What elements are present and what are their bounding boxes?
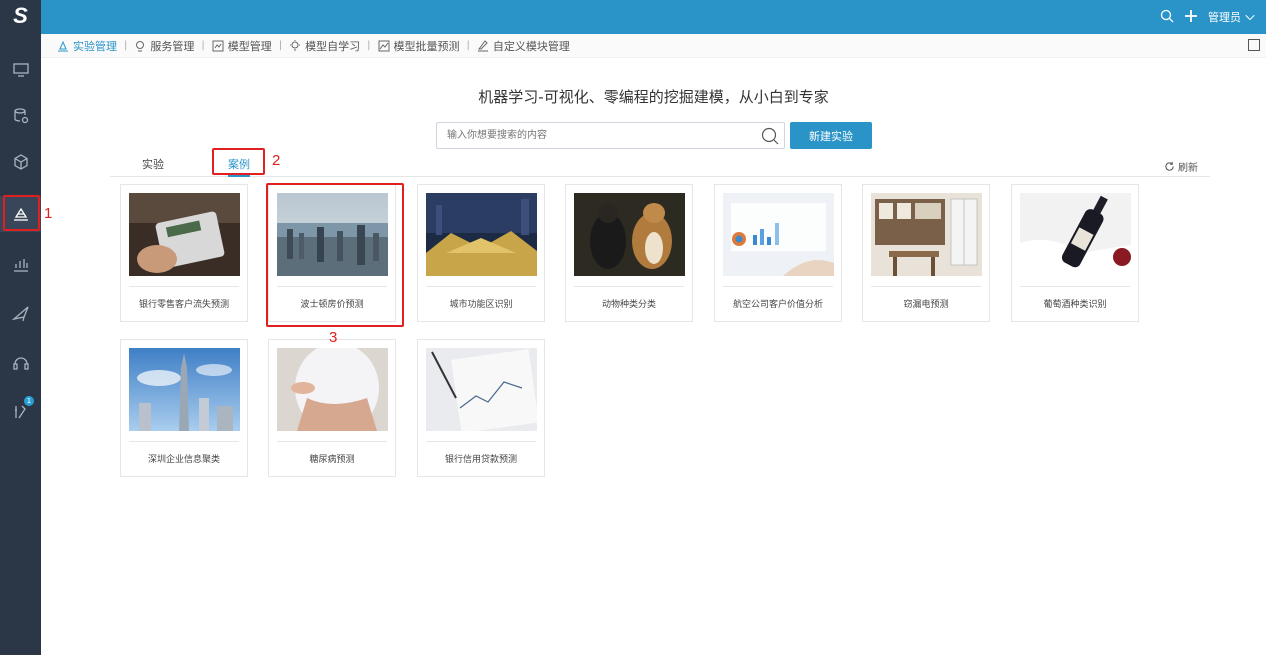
- annotation-box-2: [212, 148, 265, 175]
- card-title: 银行信用贷款预测: [444, 455, 517, 465]
- new-experiment-button[interactable]: 新建实验: [790, 122, 872, 149]
- nav-batch-prediction[interactable]: 模型批量预测: [378, 38, 460, 54]
- search-input[interactable]: [437, 123, 737, 148]
- bar-chart-icon[interactable]: [0, 246, 41, 282]
- refresh-button[interactable]: 刷新: [1164, 159, 1198, 174]
- chevron-down-icon: [1245, 14, 1255, 21]
- case-card[interactable]: 窃漏电预测: [862, 184, 990, 322]
- batch-chart-icon: [378, 40, 389, 51]
- user-name: 管理员: [1208, 11, 1241, 24]
- card-image: [277, 348, 388, 431]
- model-icon: [212, 40, 224, 51]
- case-card[interactable]: 航空公司客户价值分析: [714, 184, 842, 322]
- plus-icon[interactable]: [1184, 9, 1198, 26]
- cube-icon[interactable]: [0, 144, 41, 180]
- nav-custom-module[interactable]: 自定义模块管理: [477, 38, 570, 54]
- fullscreen-toggle[interactable]: [1248, 39, 1260, 51]
- monitor-icon[interactable]: [0, 52, 41, 88]
- annotation-box-1: [3, 195, 40, 231]
- headset-icon[interactable]: [0, 344, 41, 380]
- card-title: 糖尿病预测: [309, 455, 355, 465]
- custom-module-icon: [477, 39, 488, 51]
- card-title: 深圳企业信息聚类: [147, 455, 220, 465]
- annotation-number-1: 1: [44, 205, 53, 222]
- card-title: 航空公司客户价值分析: [732, 300, 823, 310]
- database-icon[interactable]: [0, 98, 41, 134]
- case-card[interactable]: 动物种类分类: [565, 184, 693, 322]
- case-card[interactable]: 银行零售客户流失预测: [120, 184, 248, 322]
- top-bar: 管理员: [41, 0, 1266, 34]
- card-image: [129, 348, 240, 431]
- refresh-icon: [1165, 161, 1174, 171]
- card-image: [1020, 193, 1131, 276]
- nav-experiment-management[interactable]: 实验管理: [57, 38, 117, 54]
- user-menu[interactable]: 管理员: [1208, 9, 1256, 25]
- send-icon[interactable]: [0, 296, 41, 332]
- case-card[interactable]: 城市功能区识别: [417, 184, 545, 322]
- sidebar: S 1: [0, 0, 41, 655]
- module-nav: 实验管理 | 服务管理 | 模型管理 | 模型自学习 | 模型批量预测 | 自定…: [41, 34, 1266, 58]
- card-title: 葡萄酒种类识别: [1043, 300, 1107, 310]
- bulb-icon: [290, 39, 301, 50]
- card-image: [871, 193, 982, 276]
- annotation-number-2: 2: [272, 152, 281, 169]
- annotation-box-3: [266, 183, 404, 327]
- search-box[interactable]: [436, 122, 785, 149]
- card-title: 动物种类分类: [601, 300, 656, 310]
- notification-badge: 1: [24, 396, 34, 406]
- tools-icon[interactable]: 1: [0, 394, 41, 430]
- case-card[interactable]: 葡萄酒种类识别: [1011, 184, 1139, 322]
- card-image: [723, 193, 834, 276]
- card-image: [426, 348, 537, 431]
- app-logo: S: [13, 3, 28, 28]
- card-image: [426, 193, 537, 276]
- case-card[interactable]: 银行信用贷款预测: [417, 339, 545, 477]
- nav-model-management[interactable]: 模型管理: [212, 38, 272, 54]
- search-icon: [761, 127, 779, 145]
- tab-experiments[interactable]: 实验: [142, 155, 164, 177]
- service-icon: [136, 40, 145, 51]
- nav-model-self-learning[interactable]: 模型自学习: [289, 38, 360, 54]
- card-image: [129, 193, 240, 276]
- flask-icon: [58, 40, 68, 51]
- annotation-number-3: 3: [329, 329, 338, 346]
- case-card[interactable]: 糖尿病预测: [268, 339, 396, 477]
- case-card[interactable]: 深圳企业信息聚类: [120, 339, 248, 477]
- card-title: 银行零售客户流失预测: [138, 300, 229, 310]
- card-title: 城市功能区识别: [449, 300, 513, 310]
- nav-service-management[interactable]: 服务管理: [134, 38, 194, 54]
- page-headline: 机器学习-可视化、零编程的挖掘建模，从小白到专家: [478, 88, 829, 106]
- card-title: 窃漏电预测: [903, 300, 949, 310]
- card-image: [574, 193, 685, 276]
- search-icon[interactable]: [1160, 9, 1174, 26]
